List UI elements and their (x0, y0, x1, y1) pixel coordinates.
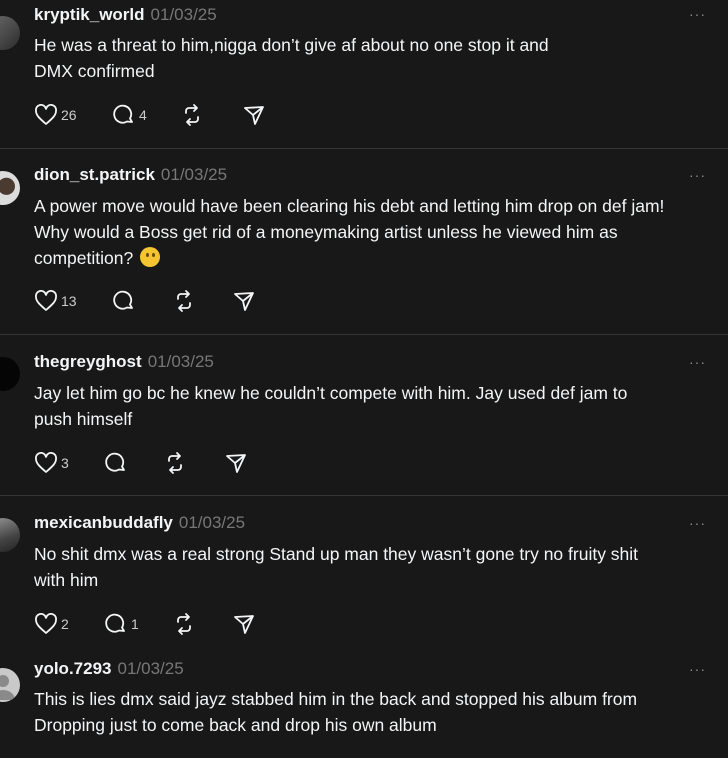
avatar[interactable] (0, 16, 20, 50)
share-icon (234, 615, 254, 634)
reply-icon (113, 290, 133, 310)
share-button[interactable] (224, 450, 248, 476)
post-date: 01/03/25 (147, 352, 214, 371)
like-button[interactable]: 13 (34, 288, 77, 314)
post-date: 01/03/25 (150, 5, 217, 24)
username[interactable]: dion_st.patrick 01/03/25 (34, 165, 227, 185)
reply-button[interactable] (104, 450, 128, 476)
heart-icon (35, 613, 57, 634)
like-count: 3 (61, 455, 69, 471)
repost-button[interactable] (172, 288, 196, 314)
comment-post: kryptik_world 01/03/25 ··· He was a threa… (0, 0, 728, 148)
like-button[interactable]: 26 (34, 102, 77, 128)
reply-icon (113, 104, 133, 124)
thinking-face-emoji (140, 247, 161, 267)
comment-text: A power move would have been clearing hi… (34, 196, 665, 268)
repost-icon (185, 104, 199, 126)
reply-button[interactable]: 1 (104, 611, 139, 637)
share-icon (226, 454, 246, 473)
comment-feed: kryptik_world 01/03/25 ··· He was a threa… (0, 0, 728, 758)
reply-count: 1 (131, 616, 139, 632)
share-button[interactable] (242, 102, 266, 128)
avatar[interactable] (0, 357, 20, 391)
avatar[interactable] (0, 518, 20, 552)
comment-post: dion_st.patrick 01/03/25 ··· A power move… (0, 149, 728, 334)
more-icon[interactable]: ··· (689, 354, 706, 370)
avatar[interactable] (0, 171, 20, 205)
like-count: 26 (61, 107, 77, 123)
heart-icon (35, 104, 57, 125)
username[interactable]: mexicanbuddafly 01/03/25 (34, 513, 245, 533)
like-count: 2 (61, 616, 69, 632)
reply-button[interactable]: 4 (112, 102, 147, 128)
default-avatar-icon (0, 675, 15, 700)
like-button[interactable]: 2 (34, 611, 69, 637)
username[interactable]: kryptik_world 01/03/25 (34, 5, 217, 25)
share-button[interactable] (232, 611, 256, 637)
post-date: 01/03/25 (178, 513, 246, 532)
heart-icon (35, 290, 57, 311)
comment-text: He was a threat to him,nigga don’t give … (34, 35, 549, 81)
more-icon[interactable]: ··· (689, 167, 706, 183)
repost-icon (168, 452, 182, 474)
share-icon (234, 292, 254, 311)
repost-button[interactable] (180, 102, 204, 128)
reply-icon (105, 613, 125, 633)
comment-text: No shit dmx was a real strong Stand up m… (34, 544, 639, 590)
post-date: 01/03/25 (160, 165, 228, 184)
comment-text: This is lies dmx said jayz stabbed him i… (34, 689, 638, 735)
username[interactable]: thegreyghost 01/03/25 (34, 352, 214, 372)
repost-button[interactable] (172, 611, 196, 637)
repost-icon (177, 290, 191, 312)
comment-post: thegreyghost 01/03/25 ··· Jay let him go … (0, 335, 728, 495)
like-count: 13 (61, 293, 77, 309)
like-button[interactable]: 3 (34, 450, 69, 476)
share-button[interactable] (232, 288, 256, 314)
heart-icon (35, 452, 57, 473)
username[interactable]: yolo.7293 01/03/25 (34, 659, 184, 679)
comment-post: mexicanbuddafly 01/03/25 ··· No shit dmx … (0, 496, 728, 656)
comment-post: yolo.7293 01/03/25 ··· This is lies dmx s… (0, 656, 728, 758)
reply-icon (105, 452, 125, 472)
reply-count: 4 (139, 107, 147, 123)
more-icon[interactable]: ··· (689, 515, 706, 531)
reply-button[interactable] (112, 288, 136, 314)
repost-icon (177, 613, 191, 635)
more-icon[interactable]: ··· (689, 661, 706, 677)
repost-button[interactable] (163, 450, 187, 476)
share-icon (244, 106, 264, 125)
more-icon[interactable]: ··· (689, 6, 706, 22)
post-date: 01/03/25 (117, 659, 184, 678)
comment-text: Jay let him go bc he knew he couldn’t co… (34, 383, 628, 429)
avatar[interactable] (0, 668, 20, 702)
